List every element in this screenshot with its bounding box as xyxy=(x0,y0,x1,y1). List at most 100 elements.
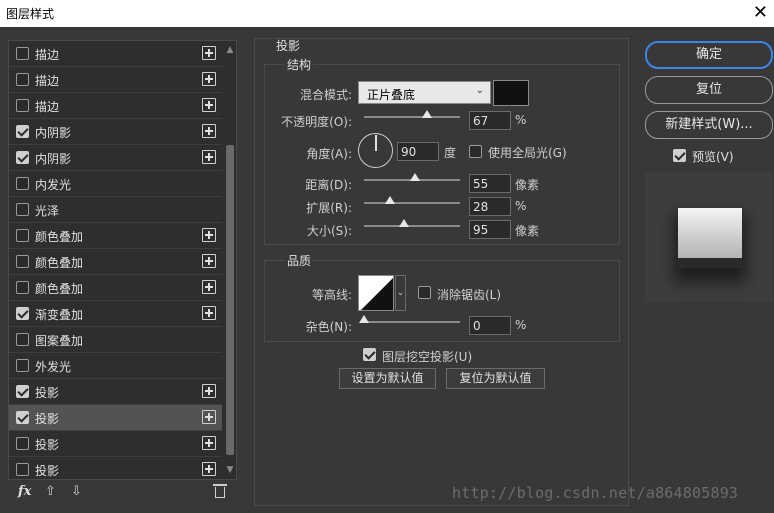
size-input[interactable]: 95 xyxy=(469,220,511,239)
add-style-icon[interactable] xyxy=(202,384,216,398)
style-enable-checkbox[interactable] xyxy=(16,333,29,346)
distance-slider-knob[interactable] xyxy=(410,173,420,181)
size-slider-knob[interactable] xyxy=(399,219,409,227)
noise-slider[interactable] xyxy=(359,315,460,323)
add-style-icon[interactable] xyxy=(202,98,216,112)
style-list-item[interactable]: 描边 xyxy=(9,41,222,67)
shadow-color-swatch[interactable] xyxy=(493,80,529,106)
style-list-item[interactable]: 内阴影 xyxy=(9,119,222,145)
style-list-item[interactable]: 描边 xyxy=(9,93,222,119)
style-enable-checkbox[interactable] xyxy=(16,281,29,294)
contour-preview[interactable] xyxy=(358,275,394,311)
opacity-slider-knob[interactable] xyxy=(422,110,432,118)
add-style-icon[interactable] xyxy=(202,280,216,294)
chevron-down-icon: ⌄ xyxy=(475,85,484,96)
style-list-item[interactable]: 颜色叠加 xyxy=(9,275,222,301)
add-style-icon[interactable] xyxy=(202,306,216,320)
angle-dial[interactable] xyxy=(358,133,393,168)
structure-title: 结构 xyxy=(285,56,314,73)
style-list-item[interactable]: 颜色叠加 xyxy=(9,223,222,249)
add-style-icon[interactable] xyxy=(202,46,216,60)
style-enable-checkbox[interactable] xyxy=(16,307,29,320)
trash-icon[interactable] xyxy=(213,484,227,498)
style-list-item[interactable]: 外发光 xyxy=(9,353,222,379)
style-list-item[interactable]: 投影 xyxy=(9,405,222,431)
reset-default-button[interactable]: 复位为默认值 xyxy=(446,368,545,389)
blend-mode-select[interactable]: 正片叠底 ⌄ xyxy=(358,81,491,104)
spread-slider[interactable] xyxy=(364,196,460,204)
scroll-up-icon[interactable]: ▲ xyxy=(225,45,235,55)
angle-input[interactable]: 90 xyxy=(397,142,439,161)
style-enable-checkbox[interactable] xyxy=(16,229,29,242)
style-list-item[interactable]: 渐变叠加 xyxy=(9,301,222,327)
distance-slider[interactable] xyxy=(364,173,460,181)
distance-unit: 像素 xyxy=(515,178,540,192)
move-up-icon[interactable]: ⇧ xyxy=(45,484,56,499)
opacity-slider[interactable] xyxy=(364,110,460,118)
style-list-item[interactable]: 投影 xyxy=(9,431,222,457)
style-list-item[interactable]: 内阴影 xyxy=(9,145,222,171)
style-enable-checkbox[interactable] xyxy=(16,73,29,86)
blend-mode-label: 混合模式: xyxy=(299,88,352,102)
styles-list: 描边 描边 描边 内阴影 内阴影 内发光 光泽 颜色叠加 颜色叠加 颜色叠加 渐变叠加 图案叠加 外发光… xyxy=(8,40,237,480)
knockout-checkbox[interactable] xyxy=(363,348,376,361)
close-icon[interactable]: ✕ xyxy=(753,2,768,23)
style-enable-checkbox[interactable] xyxy=(16,385,29,398)
noise-slider-knob[interactable] xyxy=(359,315,369,323)
add-style-icon[interactable] xyxy=(202,124,216,138)
spread-slider-knob[interactable] xyxy=(385,196,395,204)
add-style-icon[interactable] xyxy=(202,228,216,242)
size-slider[interactable] xyxy=(364,219,460,227)
style-list-item-label: 内阴影 xyxy=(35,126,72,140)
style-enable-checkbox[interactable] xyxy=(16,255,29,268)
style-enable-checkbox[interactable] xyxy=(16,411,29,424)
style-list-item[interactable]: 光泽 xyxy=(9,197,222,223)
style-enable-checkbox[interactable] xyxy=(16,99,29,112)
spread-input[interactable]: 28 xyxy=(469,197,511,216)
make-default-button[interactable]: 设置为默认值 xyxy=(339,368,436,389)
global-light-checkbox[interactable] xyxy=(469,145,482,158)
style-enable-checkbox[interactable] xyxy=(16,125,29,138)
add-style-icon[interactable] xyxy=(202,254,216,268)
add-style-icon[interactable] xyxy=(202,436,216,450)
global-light-label: 使用全局光(G) xyxy=(488,146,567,160)
add-style-icon[interactable] xyxy=(202,150,216,164)
styles-list-scrollbar[interactable]: ▲ ▼ xyxy=(223,41,236,479)
style-enable-checkbox[interactable] xyxy=(16,203,29,216)
style-enable-checkbox[interactable] xyxy=(16,359,29,372)
style-list-item-label: 光泽 xyxy=(35,204,60,218)
scroll-down-icon[interactable]: ▼ xyxy=(225,465,235,475)
move-down-icon[interactable]: ⇩ xyxy=(71,484,82,499)
style-list-item-label: 描边 xyxy=(35,100,60,114)
add-style-icon[interactable] xyxy=(202,410,216,424)
noise-label: 杂色(N): xyxy=(305,320,352,334)
angle-unit: 度 xyxy=(444,146,457,160)
contour-dropdown-icon[interactable]: ⌄ xyxy=(395,275,406,311)
opacity-unit: % xyxy=(515,113,527,127)
style-list-item[interactable]: 描边 xyxy=(9,67,222,93)
add-style-icon[interactable] xyxy=(202,462,216,476)
spread-unit: % xyxy=(515,199,527,213)
scrollbar-thumb[interactable] xyxy=(226,145,234,455)
opacity-input[interactable]: 67 xyxy=(469,111,511,130)
style-list-item-label: 图案叠加 xyxy=(35,334,84,348)
style-enable-checkbox[interactable] xyxy=(16,437,29,450)
ok-button[interactable]: 确定 xyxy=(645,41,773,69)
style-enable-checkbox[interactable] xyxy=(16,463,29,476)
preview-checkbox[interactable] xyxy=(673,149,686,162)
new-style-button[interactable]: 新建样式(W)... xyxy=(645,111,773,139)
fx-icon[interactable]: fx xyxy=(18,484,31,499)
style-enable-checkbox[interactable] xyxy=(16,47,29,60)
style-enable-checkbox[interactable] xyxy=(16,151,29,164)
style-list-item[interactable]: 颜色叠加 xyxy=(9,249,222,275)
style-list-item[interactable]: 内发光 xyxy=(9,171,222,197)
add-style-icon[interactable] xyxy=(202,72,216,86)
style-list-item[interactable]: 图案叠加 xyxy=(9,327,222,353)
noise-input[interactable]: 0 xyxy=(469,316,511,335)
distance-input[interactable]: 55 xyxy=(469,174,511,193)
style-enable-checkbox[interactable] xyxy=(16,177,29,190)
reset-button[interactable]: 复位 xyxy=(645,76,773,104)
style-list-item[interactable]: 投影 xyxy=(9,457,222,479)
style-list-item[interactable]: 投影 xyxy=(9,379,222,405)
anti-alias-checkbox[interactable] xyxy=(418,286,431,299)
